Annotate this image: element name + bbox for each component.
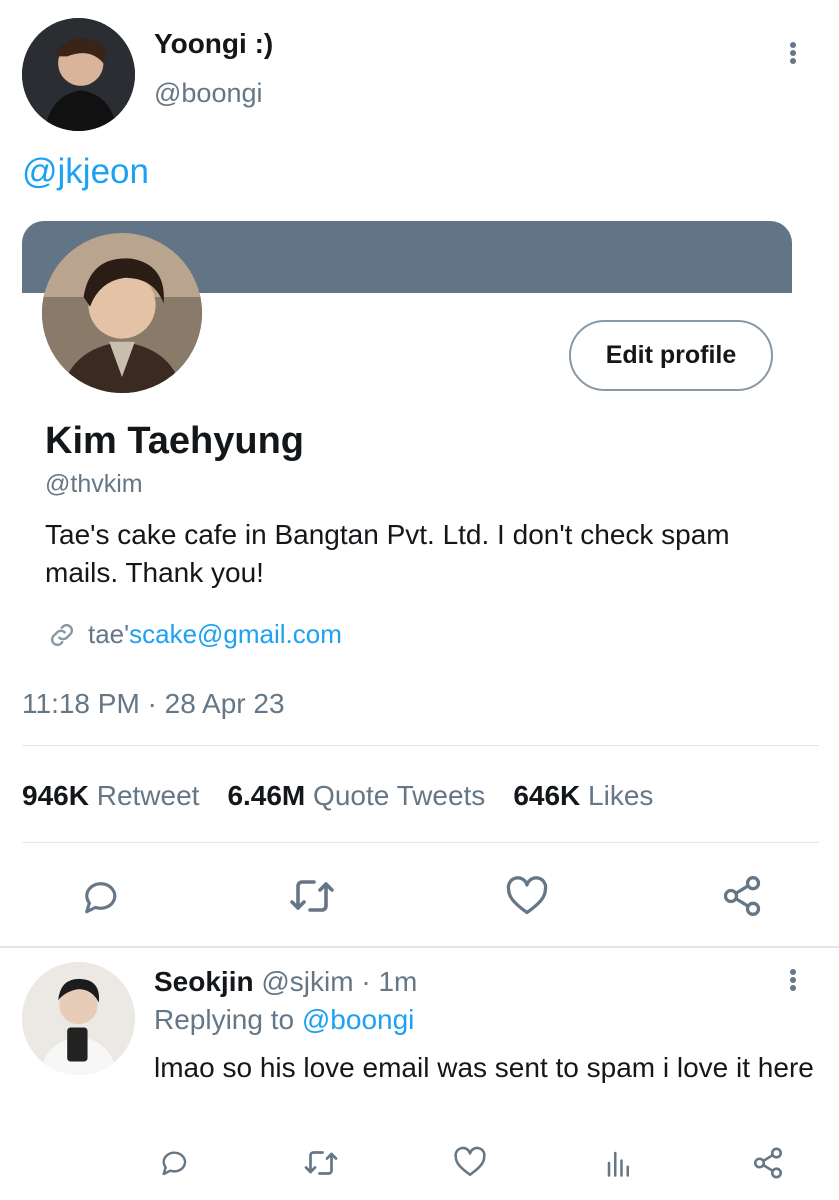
stat-retweets-count: 946K	[22, 780, 89, 811]
stat-likes-count: 646K	[513, 780, 581, 811]
reply-reply-icon[interactable]	[157, 1146, 189, 1178]
profile-name: Kim Taehyung	[45, 420, 304, 462]
reply-author-avatar[interactable]	[22, 962, 135, 1075]
mention-link[interactable]: @jkjeon	[22, 152, 149, 192]
stats-row: 946K Retweet 6.46M Quote Tweets 646K Likes	[22, 780, 653, 812]
author-name[interactable]: Yoongi :)	[154, 28, 273, 60]
divider	[22, 842, 819, 843]
tweet-timestamp[interactable]: 11:18 PM · 28 Apr 23	[22, 688, 285, 720]
profile-handle: @thvkim	[45, 470, 143, 498]
reply-icon[interactable]	[78, 875, 120, 917]
stat-retweets-label: Retweet	[96, 780, 200, 811]
stat-quotes-count: 6.46M	[227, 780, 306, 811]
profile-bio: Tae's cake cafe in Bangtan Pvt. Ltd. I d…	[45, 519, 730, 588]
divider	[22, 745, 819, 746]
stat-likes-label: Likes	[588, 780, 654, 811]
reply-more-options-icon[interactable]	[783, 965, 803, 995]
author-avatar[interactable]	[22, 18, 135, 131]
section-divider	[0, 946, 839, 948]
reply-share-icon[interactable]	[751, 1146, 785, 1180]
stat-quotes-label: Quote Tweets	[313, 780, 486, 811]
reply-retweet-icon[interactable]	[302, 1148, 340, 1178]
author-handle[interactable]: @boongi	[154, 78, 263, 109]
stat-likes[interactable]: 646K Likes	[513, 780, 653, 811]
stat-quotes[interactable]: 6.46M Quote Tweets	[227, 780, 485, 811]
edit-profile-button[interactable]: Edit profile	[569, 320, 773, 391]
reply-like-icon[interactable]	[453, 1146, 487, 1178]
reply-time[interactable]: · 1m	[361, 966, 417, 997]
reply-text: lmao so his love email was sent to spam …	[154, 1052, 814, 1083]
replying-to-handle[interactable]: @boongi	[302, 1004, 415, 1035]
more-options-icon[interactable]	[783, 38, 803, 68]
profile-link-prefix: tae'	[88, 619, 130, 649]
analytics-icon[interactable]	[604, 1148, 634, 1178]
like-icon[interactable]	[505, 875, 549, 917]
profile-link-rest[interactable]: scake@gmail.com	[129, 619, 342, 649]
profile-link[interactable]: tae'scake@gmail.com	[88, 619, 342, 650]
stat-retweets[interactable]: 946K Retweet	[22, 780, 199, 811]
profile-avatar[interactable]	[42, 233, 202, 393]
replying-to-label: Replying to	[154, 1004, 295, 1035]
retweet-icon[interactable]	[288, 876, 336, 916]
link-icon	[46, 619, 78, 651]
replying-to: Replying to @boongi	[154, 1004, 414, 1036]
reply-header: Seokjin @sjkim · 1m	[154, 966, 417, 998]
share-icon[interactable]	[720, 874, 764, 918]
reply-author-name[interactable]: Seokjin	[154, 966, 254, 997]
reply-author-handle[interactable]: @sjkim	[261, 966, 353, 997]
